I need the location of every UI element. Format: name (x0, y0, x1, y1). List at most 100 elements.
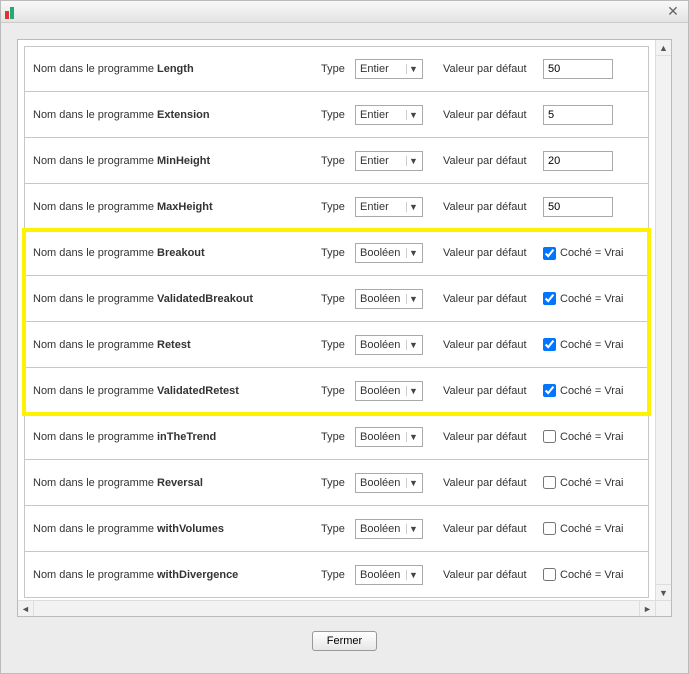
type-select[interactable]: Booléen▼ (355, 381, 423, 401)
type-select[interactable]: Entier▼ (355, 197, 423, 217)
chevron-down-icon: ▼ (406, 294, 420, 304)
type-value: Booléen (360, 247, 400, 259)
default-input[interactable] (543, 151, 613, 171)
type-select[interactable]: Booléen▼ (355, 243, 423, 263)
name-label: Nom dans le programme (33, 477, 151, 489)
parameter-row: Nom dans le programmeValidatedBreakoutTy… (24, 276, 649, 322)
default-checkbox[interactable] (543, 476, 556, 489)
default-checkbox-wrap[interactable]: Coché = Vrai (543, 247, 624, 260)
type-select[interactable]: Booléen▼ (355, 519, 423, 539)
checked-label: Coché = Vrai (560, 385, 624, 397)
default-label: Valeur par défaut (443, 477, 537, 489)
type-select[interactable]: Booléen▼ (355, 565, 423, 585)
parameter-row: Nom dans le programmeBreakoutTypeBooléen… (24, 230, 649, 276)
checked-label: Coché = Vrai (560, 477, 624, 489)
default-checkbox-wrap[interactable]: Coché = Vrai (543, 476, 624, 489)
name-value: MinHeight (157, 155, 315, 167)
parameter-row: Nom dans le programmeExtensionTypeEntier… (24, 92, 649, 138)
checked-label: Coché = Vrai (560, 339, 624, 351)
default-input[interactable] (543, 59, 613, 79)
type-label: Type (321, 431, 349, 443)
parameter-row: Nom dans le programmeReversalTypeBooléen… (24, 460, 649, 506)
chevron-down-icon: ▼ (406, 478, 420, 488)
content-area: Nom dans le programmeLengthTypeEntier▼Va… (1, 23, 688, 667)
checked-label: Coché = Vrai (560, 247, 624, 259)
titlebar: ✕ (1, 1, 688, 23)
scroll-right-icon[interactable]: ► (639, 601, 655, 617)
type-select[interactable]: Entier▼ (355, 151, 423, 171)
name-value: Breakout (157, 247, 315, 259)
type-label: Type (321, 385, 349, 397)
checked-label: Coché = Vrai (560, 523, 624, 535)
default-input[interactable] (543, 197, 613, 217)
checked-label: Coché = Vrai (560, 431, 624, 443)
name-label: Nom dans le programme (33, 569, 151, 581)
chevron-down-icon: ▼ (406, 202, 420, 212)
scroll-left-icon[interactable]: ◄ (18, 601, 34, 617)
horizontal-scrollbar[interactable]: ◄ ► (18, 600, 655, 616)
default-label: Valeur par défaut (443, 569, 537, 581)
default-checkbox[interactable] (543, 338, 556, 351)
default-checkbox-wrap[interactable]: Coché = Vrai (543, 384, 624, 397)
type-select[interactable]: Booléen ▼ (355, 473, 423, 493)
parameter-row: Nom dans le programmeRetestTypeBooléen▼V… (24, 322, 649, 368)
checked-label: Coché = Vrai (560, 293, 624, 305)
vertical-scrollbar[interactable]: ▲ ▼ (655, 40, 671, 600)
name-value: ValidatedBreakout (157, 293, 315, 305)
default-label: Valeur par défaut (443, 63, 537, 75)
name-value: MaxHeight (157, 201, 315, 213)
default-checkbox[interactable] (543, 522, 556, 535)
default-checkbox-wrap[interactable]: Coché = Vrai (543, 430, 624, 443)
default-label: Valeur par défaut (443, 431, 537, 443)
default-label: Valeur par défaut (443, 109, 537, 121)
default-checkbox[interactable] (543, 568, 556, 581)
parameter-row: Nom dans le programmewithDivergenceTypeB… (24, 552, 649, 598)
scroll-up-icon[interactable]: ▲ (656, 40, 671, 56)
type-select[interactable]: Booléen ▼ (355, 427, 423, 447)
type-label: Type (321, 523, 349, 535)
parameter-row: Nom dans le programmeMinHeightTypeEntier… (24, 138, 649, 184)
type-select[interactable]: Booléen▼ (355, 289, 423, 309)
scroll-corner (655, 600, 671, 616)
name-value: Retest (157, 339, 315, 351)
type-select[interactable]: Entier▼ (355, 105, 423, 125)
default-label: Valeur par défaut (443, 385, 537, 397)
type-label: Type (321, 63, 349, 75)
default-checkbox-wrap[interactable]: Coché = Vrai (543, 522, 624, 535)
default-checkbox-wrap[interactable]: Coché = Vrai (543, 338, 624, 351)
type-label: Type (321, 293, 349, 305)
highlighted-group: Nom dans le programme Breakout Type Booléen… (24, 230, 649, 414)
parameter-row: Nom dans le programmeinTheTrendTypeBoolé… (24, 414, 649, 460)
close-icon[interactable]: ✕ (662, 3, 684, 21)
default-checkbox-wrap[interactable]: Coché = Vrai (543, 292, 624, 305)
default-checkbox-wrap[interactable]: Coché = Vrai (543, 568, 624, 581)
parameters-panel: Nom dans le programmeLengthTypeEntier▼Va… (17, 39, 672, 617)
app-icon (5, 5, 19, 19)
default-label: Valeur par défaut (443, 247, 537, 259)
parameter-row: Nom dans le programmeValidatedRetestType… (24, 368, 649, 414)
parameter-row: Nom dans le programme MaxHeight Type Entier… (24, 184, 649, 230)
type-value: Booléen (360, 431, 400, 443)
checked-label: Coché = Vrai (560, 569, 624, 581)
scroll-down-icon[interactable]: ▼ (656, 584, 671, 600)
chevron-down-icon: ▼ (406, 110, 420, 120)
name-value: Extension (157, 109, 315, 121)
close-button[interactable]: Fermer (312, 631, 377, 651)
default-checkbox[interactable] (543, 384, 556, 397)
type-value: Booléen (360, 477, 400, 489)
type-value: Entier (360, 63, 389, 75)
type-label: Type (321, 109, 349, 121)
chevron-down-icon: ▼ (406, 570, 420, 580)
default-input[interactable] (543, 105, 613, 125)
chevron-down-icon: ▼ (406, 432, 420, 442)
type-label: Type (321, 201, 349, 213)
type-select[interactable]: Entier▼ (355, 59, 423, 79)
default-checkbox[interactable] (543, 247, 556, 260)
default-checkbox[interactable] (543, 292, 556, 305)
default-checkbox[interactable] (543, 430, 556, 443)
type-label: Type (321, 339, 349, 351)
type-select[interactable]: Booléen▼ (355, 335, 423, 355)
name-label: Nom dans le programme (33, 201, 151, 213)
parameter-row: Nom dans le programmewithVolumesTypeBool… (24, 506, 649, 552)
name-label: Nom dans le programme (33, 247, 151, 259)
